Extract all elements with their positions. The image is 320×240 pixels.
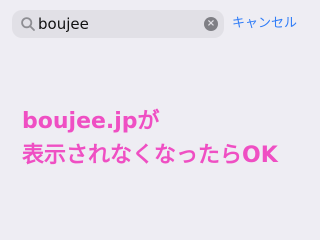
clear-icon[interactable]: ×: [204, 17, 218, 31]
search-icon: [20, 16, 36, 32]
search-bar: × キャンセル: [12, 10, 303, 38]
instruction-line-1: boujee.jpが: [22, 109, 160, 134]
search-input[interactable]: [38, 14, 198, 34]
search-field[interactable]: ×: [12, 10, 224, 38]
cancel-button[interactable]: キャンセル: [232, 14, 297, 34]
instruction-text: boujee.jpが 表示されなくなったらOK: [22, 105, 302, 173]
instruction-line-2: 表示されなくなったらOK: [22, 143, 278, 168]
